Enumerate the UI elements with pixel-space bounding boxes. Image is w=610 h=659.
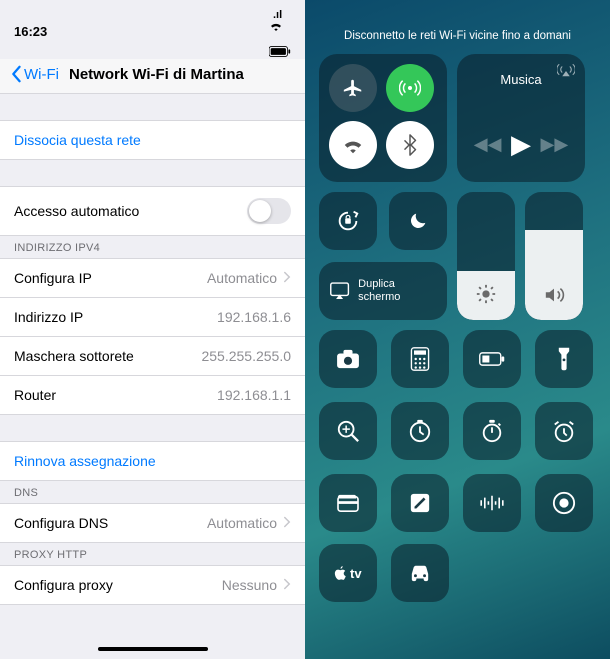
control-center: Disconnetto le reti Wi-Fi vicine fino a … xyxy=(305,0,610,659)
dns-header: DNS xyxy=(0,481,305,503)
volume-icon xyxy=(543,285,565,310)
signal-icon: .ıl xyxy=(273,9,282,21)
ipv4-header: INDIRIZZO IPV4 xyxy=(0,236,305,258)
subnet-mask-row: Maschera sottorete 255.255.255.0 xyxy=(0,337,305,376)
renew-lease-button[interactable]: Rinnova assegnazione xyxy=(0,441,305,481)
alarm-button[interactable] xyxy=(535,402,593,460)
flashlight-button[interactable] xyxy=(535,330,593,388)
do-not-disturb-button[interactable] xyxy=(389,192,447,250)
configure-ip-row[interactable]: Configura IP Automatico xyxy=(0,258,305,298)
bluetooth-button[interactable] xyxy=(386,121,434,169)
back-label: Wi-Fi xyxy=(24,66,59,83)
auto-join-row: Accesso automatico xyxy=(0,186,305,236)
music-panel[interactable]: Musica ◀◀ ▶ ▶▶ xyxy=(457,54,585,182)
brightness-slider[interactable] xyxy=(457,192,515,320)
forget-network-button[interactable]: Dissocia questa rete xyxy=(0,120,305,160)
nav-bar: Wi-Fi Network Wi-Fi di Martina xyxy=(0,59,305,94)
camera-button[interactable] xyxy=(319,330,377,388)
magnifier-button[interactable] xyxy=(319,402,377,460)
screen-mirroring-button[interactable]: Duplica schermo xyxy=(319,262,447,320)
cc-headline: Disconnetto le reti Wi-Fi vicine fino a … xyxy=(305,0,610,50)
back-button[interactable]: Wi-Fi xyxy=(10,65,59,83)
settings-screen: 16:23 .ıl Wi-Fi Network Wi-Fi di Martina… xyxy=(0,0,305,659)
chevron-right-icon xyxy=(283,515,291,531)
page-title: Network Wi-Fi di Martina xyxy=(69,66,244,83)
carplay-button[interactable] xyxy=(391,544,449,602)
ip-address-row: Indirizzo IP 192.168.1.6 xyxy=(0,298,305,337)
chevron-right-icon xyxy=(283,577,291,593)
wifi-icon xyxy=(269,21,291,31)
connectivity-panel xyxy=(319,54,447,182)
apple-tv-button[interactable]: tv xyxy=(319,544,377,602)
brightness-icon xyxy=(475,283,497,310)
notes-button[interactable] xyxy=(391,474,449,532)
wifi-button[interactable] xyxy=(329,121,377,169)
proxy-header: PROXY HTTP xyxy=(0,543,305,565)
timer-button[interactable] xyxy=(391,402,449,460)
router-row: Router 192.168.1.1 xyxy=(0,376,305,415)
stopwatch-button[interactable] xyxy=(463,402,521,460)
screen-record-button[interactable] xyxy=(535,474,593,532)
airplay-icon[interactable] xyxy=(557,62,575,82)
battery-icon xyxy=(269,46,291,57)
cellular-data-button[interactable] xyxy=(386,64,434,112)
status-indicators: .ıl xyxy=(269,6,291,57)
auto-join-switch[interactable] xyxy=(247,198,291,224)
status-bar: 16:23 .ıl xyxy=(0,0,305,59)
play-button[interactable]: ▶ xyxy=(511,129,531,160)
next-track-button[interactable]: ▶▶ xyxy=(541,134,569,155)
auto-join-label: Accesso automatico xyxy=(14,203,139,219)
status-time: 16:23 xyxy=(14,24,47,39)
prev-track-button[interactable]: ◀◀ xyxy=(474,134,502,155)
voice-memo-button[interactable] xyxy=(463,474,521,532)
configure-proxy-row[interactable]: Configura proxy Nessuno xyxy=(0,565,305,605)
volume-slider[interactable] xyxy=(525,192,583,320)
calculator-button[interactable] xyxy=(391,330,449,388)
configure-dns-row[interactable]: Configura DNS Automatico xyxy=(0,503,305,543)
wallet-button[interactable] xyxy=(319,474,377,532)
screen-mirroring-label: Duplica schermo xyxy=(358,278,437,304)
chevron-right-icon xyxy=(283,270,291,286)
orientation-lock-button[interactable] xyxy=(319,192,377,250)
airplane-mode-button[interactable] xyxy=(329,64,377,112)
home-indicator[interactable] xyxy=(98,647,208,651)
low-power-button[interactable] xyxy=(463,330,521,388)
